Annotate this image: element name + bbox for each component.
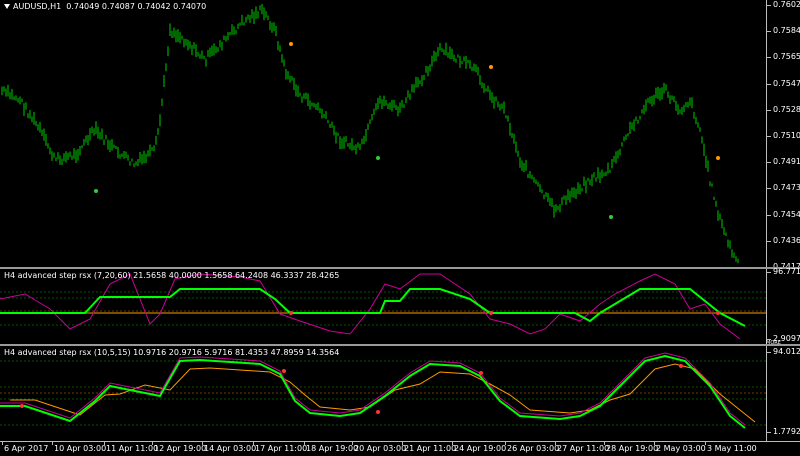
indicator2-plot <box>0 352 766 429</box>
price-tick-label: 0.75100 <box>773 131 800 140</box>
time-label: 11 Apr 11:00 <box>106 444 159 453</box>
dropdown-triangle-icon[interactable] <box>4 4 10 9</box>
time-tick <box>604 442 605 445</box>
tick-mark <box>767 214 771 216</box>
indicator2-green-line <box>0 354 746 429</box>
time-label: 6 Apr 2017 <box>4 444 49 453</box>
time-label: 14 Apr 03:00 <box>204 444 257 453</box>
time-tick <box>104 442 105 445</box>
tick-mark <box>767 162 771 164</box>
red-marker <box>479 371 483 375</box>
quote-values: 0.74049 0.74087 0.74042 0.74070 <box>66 2 207 11</box>
signal-dot <box>94 189 98 193</box>
time-label: 18 Apr 19:00 <box>306 444 359 453</box>
indicator1-axis-top: 96.7718 <box>773 267 800 276</box>
red-marker <box>376 410 380 414</box>
price-candles <box>1 4 739 264</box>
red-marker <box>20 404 24 408</box>
indicator1-pane[interactable]: H4 advanced step rsx (7,20,60) 21.5658 4… <box>0 269 766 344</box>
tick-mark <box>767 83 771 85</box>
price-tick-label: 0.75470 <box>773 78 800 88</box>
symbol-header[interactable]: AUDUSD,H1 0.74049 0.74087 0.74042 0.7407… <box>4 2 206 11</box>
tick-mark <box>767 57 771 59</box>
indicator1-title: H4 advanced step rsx (7,20,60) 21.5658 4… <box>4 271 340 280</box>
time-tick <box>152 442 153 445</box>
tick-mark <box>767 272 771 273</box>
price-tick-label: 0.74730 <box>773 183 800 193</box>
time-label: 26 Apr 03:00 <box>507 444 560 453</box>
signal-dot <box>289 42 293 46</box>
price-tick-label: 0.75655 <box>773 52 800 62</box>
time-label: 10 Apr 03:00 <box>54 444 107 453</box>
tick-mark <box>767 109 771 111</box>
time-label: 3 May 11:00 <box>707 444 757 453</box>
indicator2-orange-line <box>10 363 756 423</box>
price-tick-label: 0.74915 <box>773 157 800 167</box>
time-label: 27 Apr 11:00 <box>557 444 610 453</box>
time-tick <box>352 442 353 445</box>
price-tick-label: 0.74545 <box>773 209 800 219</box>
tick-mark <box>767 5 771 6</box>
signal-dot <box>489 65 493 69</box>
tick-mark <box>767 136 771 137</box>
tick-mark <box>767 31 771 33</box>
price-axis[interactable]: 0.76025 0.75840 0.75655 0.75470 0.75285 0.751… <box>766 0 800 271</box>
candle-group <box>1 4 739 264</box>
indicator2-title: H4 advanced step rsx (10,5,15) 10.9716 2… <box>4 348 340 357</box>
indicator2-magenta-line <box>0 352 746 426</box>
time-label: 24 Apr 19:00 <box>454 444 507 453</box>
time-tick <box>555 442 556 445</box>
time-tick <box>402 442 403 445</box>
signal-dot <box>609 215 613 219</box>
price-tick-label: 0.75285 <box>773 104 800 114</box>
red-marker <box>489 311 493 315</box>
time-label: 20 Apr 03:00 <box>354 444 407 453</box>
price-pane[interactable]: AUDUSD,H1 0.74049 0.74087 0.74042 0.7407… <box>0 0 766 267</box>
time-axis[interactable]: 6 Apr 2017 10 Apr 03:00 11 Apr 11:00 12 Apr… <box>0 441 800 456</box>
indicator2-axis-bottom: 1.7792 <box>773 427 800 436</box>
price-tick-label: 0.76025 <box>773 0 800 9</box>
time-tick <box>202 442 203 445</box>
red-marker <box>716 311 720 315</box>
time-tick <box>452 442 453 445</box>
indicator2-axis[interactable]: 94.0126 1.7792 <box>766 346 800 441</box>
signal-dot <box>716 156 720 160</box>
red-marker <box>289 311 293 315</box>
time-tick <box>705 442 706 445</box>
price-tick-label: 0.75840 <box>773 26 800 36</box>
tick-mark <box>767 432 771 433</box>
symbol-name: AUDUSD,H1 <box>13 2 62 11</box>
price-tick-label: 0.74360 <box>773 235 800 245</box>
tick-mark <box>767 240 771 242</box>
signal-dot <box>376 156 380 160</box>
time-tick <box>505 442 506 445</box>
red-marker <box>679 364 683 368</box>
indicator2-pane[interactable]: H4 advanced step rsx (10,5,15) 10.9716 2… <box>0 346 766 441</box>
time-label: 2 May 03:00 <box>656 444 706 453</box>
time-tick <box>52 442 53 445</box>
indicator2-axis-top: 94.0126 <box>773 347 800 356</box>
indicator1-axis[interactable]: 96.7718 2.9097 MORE <box>766 267 800 346</box>
time-tick <box>654 442 655 445</box>
indicator1-green-line <box>0 288 746 327</box>
time-tick <box>304 442 305 445</box>
indicator1-plot <box>0 273 766 340</box>
indicator1-magenta-line <box>0 273 741 340</box>
time-label: 28 Apr 19:00 <box>606 444 659 453</box>
red-marker <box>282 369 286 373</box>
time-label: 17 Apr 11:00 <box>255 444 308 453</box>
trading-chart[interactable]: AUDUSD,H1 0.74049 0.74087 0.74042 0.7407… <box>0 0 800 456</box>
time-tick <box>2 442 3 445</box>
time-tick <box>253 442 254 445</box>
tick-mark <box>767 352 771 353</box>
time-label: 12 Apr 19:00 <box>154 444 207 453</box>
tick-mark <box>767 188 771 190</box>
time-label: 21 Apr 11:00 <box>404 444 457 453</box>
